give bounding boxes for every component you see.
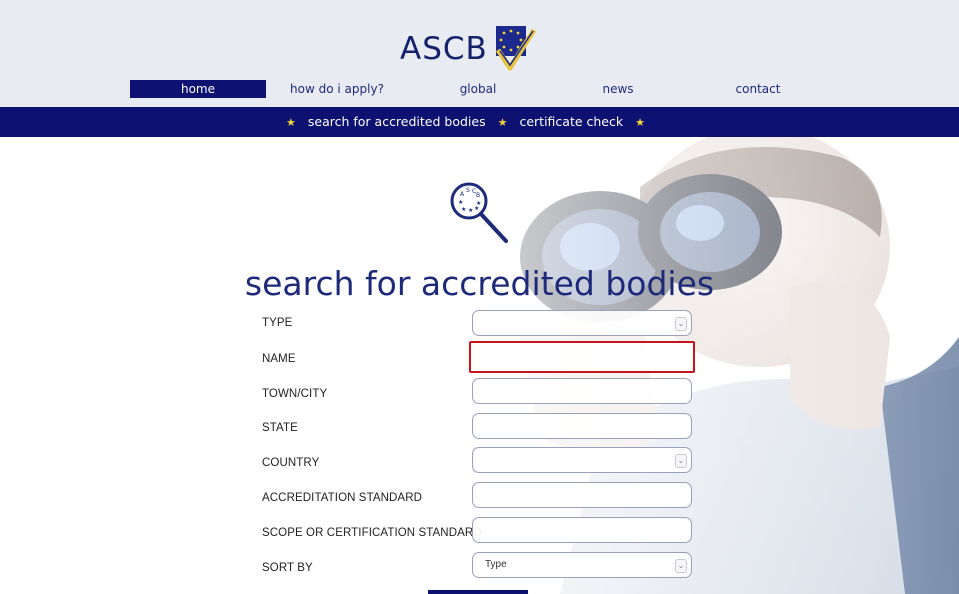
nav-how-do-i-apply[interactable]: how do i apply? xyxy=(282,80,392,98)
site-logo[interactable]: ASCB xyxy=(400,24,536,74)
sort-by-select[interactable]: Type ⌄ xyxy=(472,552,692,578)
nav-global[interactable]: global xyxy=(438,80,518,98)
subnav-search-accredited-bodies[interactable]: search for accredited bodies xyxy=(308,114,486,129)
search-submit-button[interactable] xyxy=(428,590,528,594)
nav-news[interactable]: news xyxy=(578,80,658,98)
type-select[interactable]: ⌄ xyxy=(472,310,692,336)
eu-flag-logo-icon xyxy=(495,26,536,71)
chevron-down-icon: ⌄ xyxy=(675,317,687,331)
site-header: ASCB home how do i apply? global news co… xyxy=(0,0,959,107)
logo-text: ASCB xyxy=(400,31,488,67)
page-title: search for accredited bodies xyxy=(244,264,715,304)
chevron-down-icon: ⌄ xyxy=(675,454,687,468)
svg-text:★: ★ xyxy=(468,207,473,214)
name-label: NAME xyxy=(262,353,296,365)
sub-nav: ★ search for accredited bodies ★ certificat… xyxy=(0,107,959,137)
name-input[interactable] xyxy=(469,341,695,373)
chevron-down-icon: ⌄ xyxy=(675,559,687,573)
scope-certification-standard-input[interactable] xyxy=(472,517,692,543)
accreditation-standard-label: ACCREDITATION STANDARD xyxy=(262,492,423,504)
scope-certification-standard-label: SCOPE OR CERTIFICATION STANDARD xyxy=(262,527,482,539)
svg-text:★: ★ xyxy=(458,199,463,206)
subnav-certificate-check[interactable]: certificate check xyxy=(519,114,623,129)
main-nav: home how do i apply? global news contact xyxy=(0,80,959,98)
country-select[interactable]: ⌄ xyxy=(472,447,692,473)
star-icon: ★ xyxy=(497,116,508,129)
sort-by-select-value: Type xyxy=(485,559,507,570)
star-icon: ★ xyxy=(635,116,645,129)
nav-home[interactable]: home xyxy=(130,80,266,98)
state-input[interactable] xyxy=(472,413,692,439)
search-magnifier-icon: ASCB ★ ★ ★ ★ ★ xyxy=(447,179,509,250)
svg-text:★: ★ xyxy=(474,205,479,212)
sort-by-label: SORT BY xyxy=(262,562,313,574)
svg-text:B: B xyxy=(476,192,480,199)
town-city-label: TOWN/CITY xyxy=(262,388,328,400)
accreditation-standard-input[interactable] xyxy=(472,482,692,508)
svg-text:★: ★ xyxy=(461,206,466,213)
svg-text:S: S xyxy=(466,187,470,194)
nav-contact[interactable]: contact xyxy=(718,80,798,98)
country-label: COUNTRY xyxy=(262,457,320,469)
type-label: TYPE xyxy=(262,317,293,329)
star-icon: ★ xyxy=(286,116,296,129)
town-city-input[interactable] xyxy=(472,378,692,404)
state-label: STATE xyxy=(262,422,298,434)
